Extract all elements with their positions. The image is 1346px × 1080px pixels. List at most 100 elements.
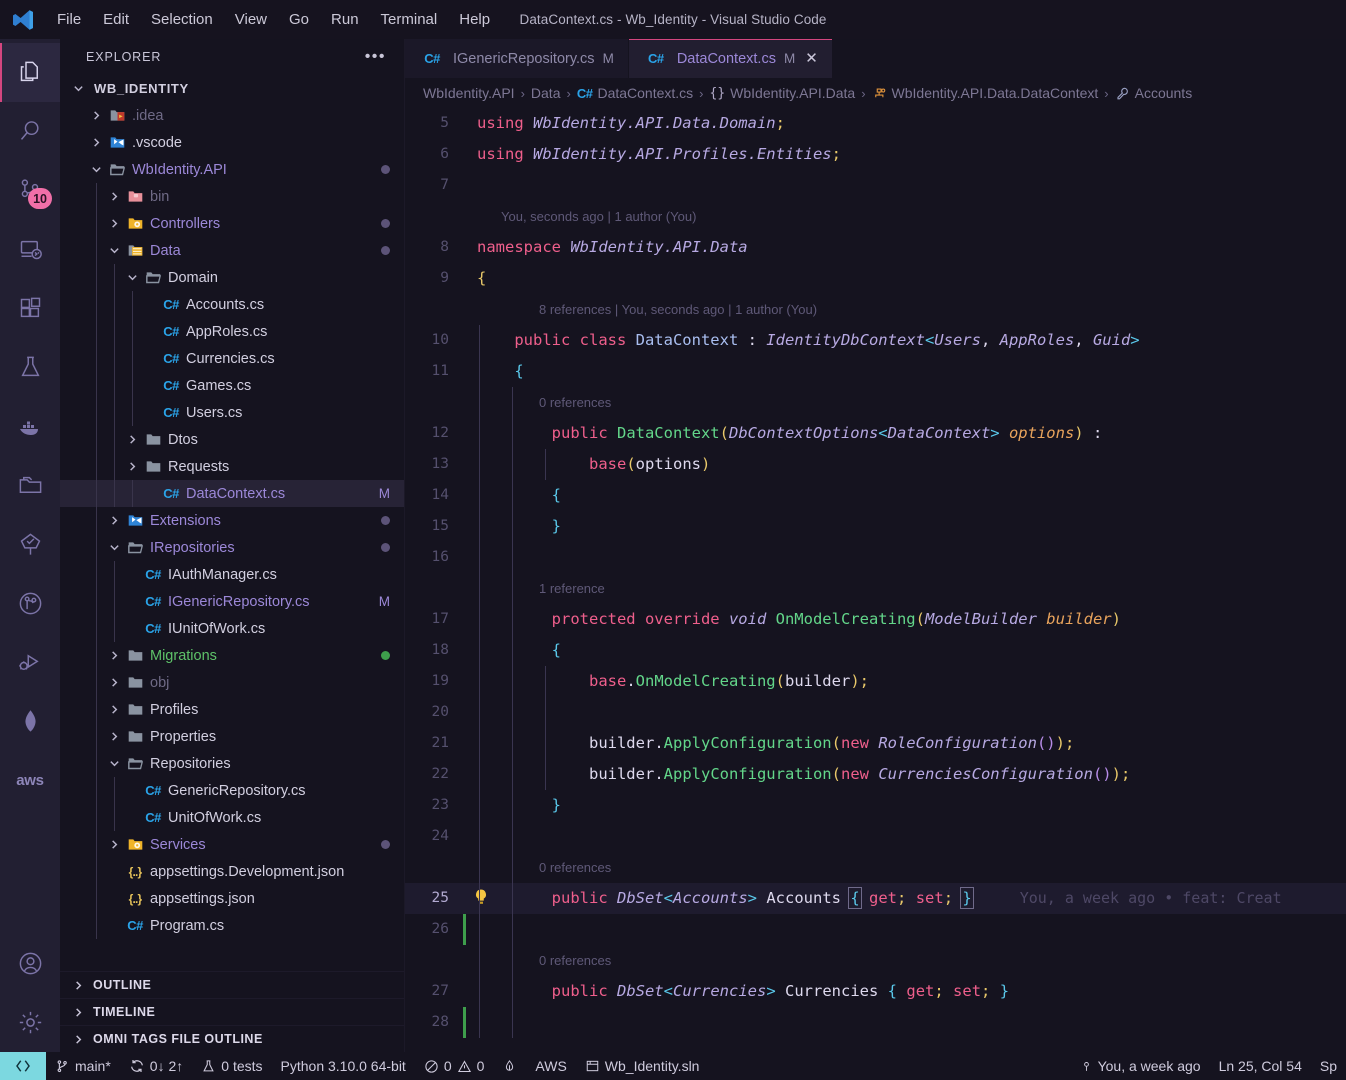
tree-file-approles-cs[interactable]: C# AppRoles.cs: [60, 318, 404, 345]
tree-file-accounts-cs[interactable]: C# Accounts.cs: [60, 291, 404, 318]
breadcrumb-item-wbidentity-api-data-datacontext[interactable]: WbIdentity.API.Data.DataContext: [872, 85, 1098, 101]
menu-go[interactable]: Go: [278, 7, 320, 33]
tree-file-games-cs[interactable]: C# Games.cs: [60, 372, 404, 399]
chevron-right-icon[interactable]: [88, 137, 104, 148]
code-line[interactable]: 26: [405, 914, 1346, 945]
chevron-right-icon[interactable]: [106, 677, 122, 688]
activitybar-run-debug-icon[interactable]: [0, 633, 60, 692]
editor-tab-igenericrepository-cs[interactable]: C# IGenericRepository.cs M: [405, 39, 629, 78]
breadcrumb-item-accounts[interactable]: Accounts: [1115, 85, 1192, 101]
code-line[interactable]: 19 base.OnModelCreating(builder);: [405, 666, 1346, 697]
tree-file-appsettings-json[interactable]: {..} appsettings.json: [60, 885, 404, 912]
chevron-down-icon[interactable]: [106, 542, 122, 553]
menu-selection[interactable]: Selection: [140, 7, 224, 33]
tree-file-igenericrepository-cs[interactable]: C# IGenericRepository.cs M: [60, 588, 404, 615]
code-lens-label[interactable]: 8 references | You, seconds ago | 1 auth…: [539, 294, 817, 325]
activitybar-explorer-icon[interactable]: [0, 43, 60, 102]
menu-help[interactable]: Help: [448, 7, 501, 33]
breadcrumb-item-datacontext-cs[interactable]: C# DataContext.cs: [577, 85, 693, 101]
tree-folder-profiles[interactable]: Profiles: [60, 696, 404, 723]
panel-omni-tags[interactable]: OMNI TAGS FILE OUTLINE: [60, 1025, 404, 1052]
activitybar-aws-icon[interactable]: aws: [0, 751, 60, 810]
code-lens-label[interactable]: 0 references: [539, 852, 611, 883]
status-spaces[interactable]: Sp: [1311, 1052, 1346, 1080]
activitybar-extensions-icon[interactable]: [0, 279, 60, 338]
editor-tab-datacontext-cs[interactable]: C# DataContext.cs M ✕: [628, 39, 833, 78]
status-flame[interactable]: [493, 1052, 526, 1080]
tree-folder-wbidentity-api[interactable]: WbIdentity.API: [60, 156, 404, 183]
chevron-right-icon[interactable]: [106, 191, 122, 202]
code-line[interactable]: 8 namespace WbIdentity.API.Data: [405, 232, 1346, 263]
close-icon[interactable]: ✕: [805, 51, 818, 66]
activitybar-git-graph-icon[interactable]: [0, 574, 60, 633]
chevron-right-icon[interactable]: [106, 650, 122, 661]
code-lens-label[interactable]: 0 references: [539, 945, 611, 976]
breadcrumb-item-data[interactable]: Data: [531, 85, 561, 101]
tree-folder-services[interactable]: Services: [60, 831, 404, 858]
code-line[interactable]: 12 public DataContext(DbContextOptions<D…: [405, 418, 1346, 449]
activity-bar[interactable]: 10 aws: [0, 39, 60, 1052]
panel-timeline[interactable]: TIMELINE: [60, 998, 404, 1025]
activitybar-search-icon[interactable]: [0, 102, 60, 161]
code-line[interactable]: 23 }: [405, 790, 1346, 821]
activitybar-account-icon[interactable]: [0, 934, 60, 993]
tree-folder-migrations[interactable]: Migrations: [60, 642, 404, 669]
code-line[interactable]: 10 public class DataContext : IdentityDb…: [405, 325, 1346, 356]
code-line[interactable]: 9{: [405, 263, 1346, 294]
chevron-right-icon[interactable]: [106, 839, 122, 850]
code-line[interactable]: 24: [405, 821, 1346, 852]
activitybar-mongodb-leaf-icon[interactable]: [0, 692, 60, 751]
menu-file[interactable]: File: [46, 7, 92, 33]
menu-view[interactable]: View: [224, 7, 278, 33]
tree-file-datacontext-cs[interactable]: C# DataContext.cs M: [60, 480, 404, 507]
breadcrumb-item-wbidentity-api[interactable]: WbIdentity.API: [423, 85, 515, 101]
menu-run[interactable]: Run: [320, 7, 370, 33]
code-lens-row[interactable]: You, seconds ago | 1 author (You): [405, 201, 1346, 232]
tree-file-program-cs[interactable]: C# Program.cs: [60, 912, 404, 939]
code-line[interactable]: 28: [405, 1007, 1346, 1038]
tree-folder-data[interactable]: Data: [60, 237, 404, 264]
activitybar-folder-icon[interactable]: [0, 456, 60, 515]
tree-folder-requests[interactable]: Requests: [60, 453, 404, 480]
tree-folder-properties[interactable]: Properties: [60, 723, 404, 750]
code-line[interactable]: 18 {: [405, 635, 1346, 666]
tree-folder-irepositories[interactable]: IRepositories: [60, 534, 404, 561]
chevron-down-icon[interactable]: [106, 758, 122, 769]
status-problems[interactable]: 0 0: [415, 1052, 494, 1080]
code-line[interactable]: 22 builder.ApplyConfiguration(new Curren…: [405, 759, 1346, 790]
code-line[interactable]: 20: [405, 697, 1346, 728]
tree-file-iauthmanager-cs[interactable]: C# IAuthManager.cs: [60, 561, 404, 588]
activitybar-remote-explorer-icon[interactable]: [0, 220, 60, 279]
code-line[interactable]: 25 public DbSet<Accounts> Accounts { get…: [405, 883, 1346, 914]
status-sync[interactable]: 0↓ 2↑: [120, 1052, 192, 1080]
code-line[interactable]: 17 protected override void OnModelCreati…: [405, 604, 1346, 635]
status-aws[interactable]: AWS: [526, 1052, 575, 1080]
tree-file-iunitofwork-cs[interactable]: C# IUnitOfWork.cs: [60, 615, 404, 642]
code-lens-label[interactable]: You, seconds ago | 1 author (You): [501, 201, 696, 232]
code-line[interactable]: 21 builder.ApplyConfiguration(new RoleCo…: [405, 728, 1346, 759]
code-lens-row[interactable]: 0 references: [405, 387, 1346, 418]
panel-outline[interactable]: OUTLINE: [60, 971, 404, 998]
activitybar-source-control-icon[interactable]: 10: [0, 161, 60, 220]
code-line[interactable]: 13 base(options): [405, 449, 1346, 480]
tree-file-unitofwork-cs[interactable]: C# UnitOfWork.cs: [60, 804, 404, 831]
activitybar-testing-icon[interactable]: [0, 338, 60, 397]
activitybar-settings-gear-icon[interactable]: [0, 993, 60, 1052]
menu-edit[interactable]: Edit: [92, 7, 140, 33]
tree-folder--vscode[interactable]: .vscode: [60, 129, 404, 156]
code-line[interactable]: 16: [405, 542, 1346, 573]
tree-folder-dtos[interactable]: Dtos: [60, 426, 404, 453]
code-lens-row[interactable]: 8 references | You, seconds ago | 1 auth…: [405, 294, 1346, 325]
code-lens-row[interactable]: 0 references: [405, 852, 1346, 883]
tree-folder-domain[interactable]: Domain: [60, 264, 404, 291]
chevron-down-icon[interactable]: [106, 245, 122, 256]
editor-tabs[interactable]: C# IGenericRepository.cs M C# DataContext.cs…: [405, 39, 1346, 78]
status-bar[interactable]: main* 0↓ 2↑ 0 tests Python 3.10.0 64-bit…: [0, 1052, 1346, 1080]
code-line[interactable]: 5 using WbIdentity.API.Data.Domain;: [405, 108, 1346, 139]
code-line[interactable]: 15 }: [405, 511, 1346, 542]
status-git-blame[interactable]: You, a week ago: [1071, 1052, 1210, 1080]
code-line[interactable]: 14 {: [405, 480, 1346, 511]
status-cursor-position[interactable]: Ln 25, Col 54: [1210, 1052, 1311, 1080]
tree-file-appsettings-development-json[interactable]: {..} appsettings.Development.json: [60, 858, 404, 885]
lightbulb-icon[interactable]: [471, 887, 493, 909]
